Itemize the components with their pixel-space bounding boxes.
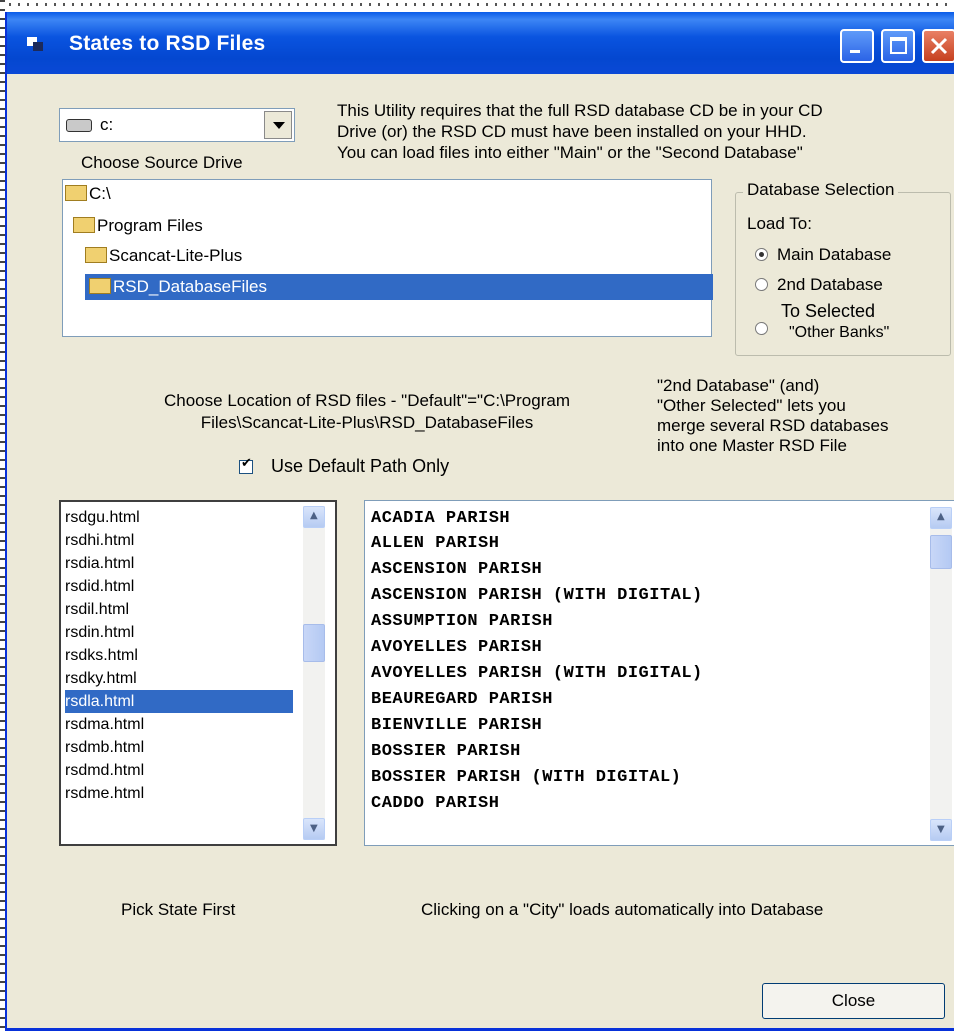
- state-file-item[interactable]: rsdil.html: [65, 598, 293, 621]
- scroll-down-button[interactable]: ▼: [303, 818, 325, 840]
- directory-label: Scancat-Lite-Plus: [109, 246, 243, 265]
- info-line: Drive (or) the RSD CD must have been ins…: [337, 122, 807, 141]
- default-path-checkbox[interactable]: [239, 456, 253, 474]
- city-item[interactable]: AVOYELLES PARISH (WITH DIGITAL): [371, 662, 703, 686]
- directory-list[interactable]: C:\ Program Files Scancat-Lite-Plus RSD_…: [62, 179, 713, 337]
- radio-label: 2nd Database: [777, 275, 883, 294]
- scroll-up-button[interactable]: ▲: [930, 507, 952, 529]
- state-file-list[interactable]: rsdgu.html rsdhi.html rsdia.html rsdid.h…: [59, 500, 337, 846]
- desktop-background-strip: [0, 0, 954, 12]
- source-drive-label: Choose Source Drive: [81, 153, 243, 172]
- state-file-item[interactable]: rsdks.html: [65, 644, 293, 667]
- source-drive-value: c:: [100, 115, 114, 134]
- city-item[interactable]: CADDO PARISH: [371, 792, 499, 816]
- directory-item-selected[interactable]: RSD_DatabaseFiles: [89, 275, 267, 299]
- location-line: Choose Location of RSD files - "Default"…: [164, 391, 570, 410]
- radio-other-banks[interactable]: [755, 322, 768, 335]
- state-file-item-selected[interactable]: rsdla.html: [65, 690, 293, 713]
- close-button[interactable]: Close: [762, 983, 945, 1019]
- radio-2nd-database[interactable]: [755, 278, 768, 291]
- scroll-up-button[interactable]: ▲: [303, 506, 325, 528]
- close-window-button[interactable]: [922, 29, 954, 63]
- directory-item[interactable]: Scancat-Lite-Plus: [85, 244, 242, 268]
- directory-item[interactable]: C:\: [65, 182, 111, 206]
- city-item[interactable]: ASSUMPTION PARISH: [371, 610, 553, 634]
- chevron-up-icon: ▲: [310, 510, 318, 521]
- city-item[interactable]: BEAUREGARD PARISH: [371, 688, 553, 712]
- location-description: Choose Location of RSD files - "Default"…: [107, 390, 627, 434]
- folder-icon: [89, 277, 111, 294]
- state-file-item[interactable]: rsdhi.html: [65, 529, 293, 552]
- info-line: This Utility requires that the full RSD …: [337, 101, 823, 120]
- note-line: into one Master RSD File: [657, 436, 847, 455]
- city-item[interactable]: ALLEN PARISH: [371, 532, 499, 556]
- chevron-down-icon: ▼: [937, 824, 945, 835]
- chevron-up-icon: ▲: [937, 511, 945, 522]
- merge-note: "2nd Database" (and) "Other Selected" le…: [657, 376, 954, 456]
- city-list-scrollbar[interactable]: ▲ ▼: [930, 507, 952, 841]
- note-line: "2nd Database" (and): [657, 376, 820, 395]
- scroll-thumb[interactable]: [930, 535, 952, 569]
- app-window: States to RSD Files c: Choose Source Dri…: [5, 12, 954, 1031]
- info-line: You can load files into either "Main" or…: [337, 143, 803, 162]
- maximize-button[interactable]: [881, 29, 915, 63]
- radio-label: Main Database: [777, 245, 892, 264]
- state-file-item[interactable]: rsdid.html: [65, 575, 293, 598]
- scroll-thumb[interactable]: [303, 624, 325, 662]
- city-item[interactable]: AVOYELLES PARISH: [371, 636, 542, 660]
- radio-main-database[interactable]: [755, 248, 768, 261]
- chevron-down-icon: ▼: [310, 823, 318, 834]
- load-to-label: Load To:: [747, 214, 812, 233]
- pick-state-label: Pick State First: [121, 900, 236, 919]
- database-selection-title: Database Selection: [743, 180, 899, 200]
- note-line: merge several RSD databases: [657, 416, 889, 435]
- directory-item[interactable]: Program Files: [73, 214, 203, 238]
- radio-label: To Selected: [781, 301, 876, 321]
- note-line: "Other Selected" lets you: [657, 396, 846, 415]
- state-file-item[interactable]: rsdmb.html: [65, 736, 293, 759]
- location-line: Files\Scancat-Lite-Plus\RSD_DatabaseFile…: [200, 413, 534, 432]
- state-file-item[interactable]: rsdgu.html: [65, 506, 293, 529]
- city-item[interactable]: BOSSIER PARISH: [371, 740, 521, 764]
- folder-icon: [65, 184, 87, 201]
- state-file-item[interactable]: rsdme.html: [65, 782, 293, 805]
- state-file-item[interactable]: rsdin.html: [65, 621, 293, 644]
- state-file-item[interactable]: rsdia.html: [65, 552, 293, 575]
- city-item[interactable]: ASCENSION PARISH (WITH DIGITAL): [371, 584, 703, 608]
- city-item[interactable]: BOSSIER PARISH (WITH DIGITAL): [371, 766, 681, 790]
- title-bar[interactable]: States to RSD Files: [7, 12, 954, 74]
- city-item[interactable]: ACADIA PARISH: [371, 507, 510, 531]
- app-icon: [27, 37, 43, 51]
- city-item[interactable]: BIENVILLE PARISH: [371, 714, 542, 738]
- directory-label: RSD_DatabaseFiles: [113, 277, 268, 296]
- state-file-item[interactable]: rsdky.html: [65, 667, 293, 690]
- radio-label: "Other Banks": [789, 324, 890, 341]
- window-title: States to RSD Files: [69, 32, 266, 55]
- directory-label: Program Files: [97, 216, 203, 235]
- state-file-item[interactable]: rsdma.html: [65, 713, 293, 736]
- scroll-down-button[interactable]: ▼: [930, 819, 952, 841]
- city-load-hint: Clicking on a "City" loads automatically…: [421, 900, 824, 919]
- city-list[interactable]: ACADIA PARISH ALLEN PARISH ASCENSION PAR…: [364, 500, 954, 846]
- state-list-scrollbar[interactable]: ▲ ▼: [303, 506, 325, 840]
- folder-icon: [73, 216, 95, 233]
- state-file-item[interactable]: rsdmd.html: [65, 759, 293, 782]
- directory-label: C:\: [89, 184, 111, 203]
- chevron-down-icon[interactable]: [264, 111, 292, 139]
- drive-icon: [66, 119, 92, 132]
- minimize-button[interactable]: [840, 29, 874, 63]
- source-drive-select[interactable]: c:: [59, 108, 295, 142]
- city-item[interactable]: ASCENSION PARISH: [371, 558, 542, 582]
- utility-info-text: This Utility requires that the full RSD …: [337, 100, 954, 163]
- default-path-label: Use Default Path Only: [271, 456, 450, 476]
- folder-icon: [85, 246, 107, 263]
